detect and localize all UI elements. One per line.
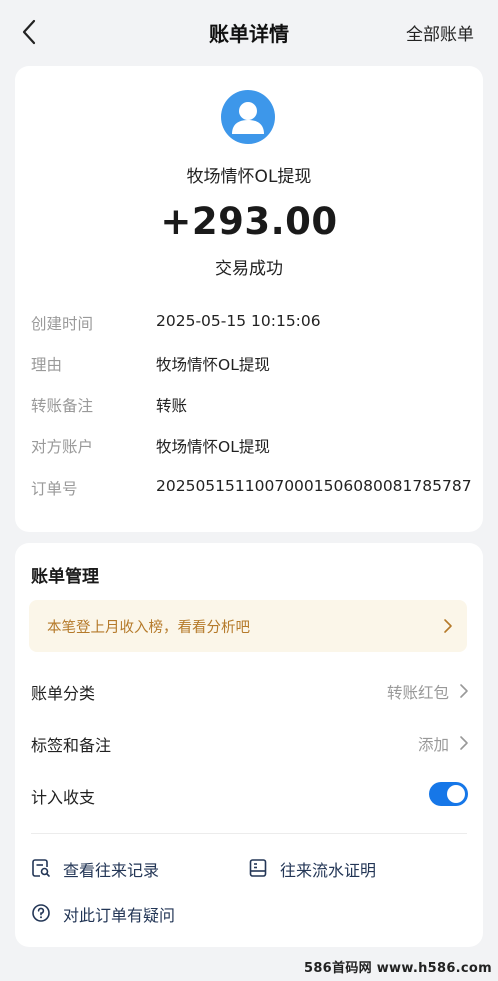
- count-in-income-toggle[interactable]: [429, 782, 468, 806]
- detail-label: 创建时间: [31, 315, 94, 333]
- detail-label: 转账备注: [31, 397, 94, 415]
- tags-value: 添加: [417, 736, 449, 754]
- detail-value: 转账: [156, 397, 188, 415]
- detail-label: 理由: [31, 356, 63, 374]
- status-text: 交易成功: [215, 259, 283, 279]
- row-label: 账单分类: [31, 684, 96, 703]
- link-label: 查看往来记录: [63, 861, 160, 880]
- question-circle-icon: [32, 904, 50, 922]
- nav-header: 账单详情 全部账单: [0, 0, 498, 64]
- order-number[interactable]: 2025051511007000150608008178578​7: [156, 477, 472, 495]
- search-document-icon: [32, 859, 50, 877]
- detail-label: 对方账户: [31, 438, 94, 456]
- section-title: 账单管理: [31, 567, 99, 587]
- row-label: 计入收支: [31, 788, 96, 807]
- chevron-right-icon: [444, 619, 452, 633]
- site-watermark: 586首码网 www.h586.com: [303, 961, 492, 976]
- all-bills-link[interactable]: 全部账单: [406, 20, 474, 45]
- detail-value: 2025-05-15 10:15:06: [156, 312, 321, 330]
- certificate-icon: [249, 859, 267, 877]
- divider: [31, 833, 467, 834]
- detail-row-counterparty: 对方账户 牧场情怀OL提现: [15, 435, 483, 459]
- income-ranking-banner[interactable]: 本笔登上月收入榜，看看分析吧: [29, 600, 467, 652]
- chevron-right-icon: [460, 736, 468, 750]
- transaction-card: 牧场情怀OL提现 +293.00 交易成功 创建时间 2025-05-15 10…: [15, 66, 483, 532]
- amount: +293.00: [160, 200, 338, 243]
- detail-label: 订单号: [31, 480, 78, 498]
- promo-text: 本笔登上月收入榜，看看分析吧: [47, 620, 250, 636]
- detail-row-reason: 理由 牧场情怀OL提现: [15, 353, 483, 377]
- detail-value: 牧场情怀OL提现: [156, 438, 270, 456]
- category-value: 转账红包: [386, 684, 449, 702]
- payee-name: 牧场情怀OL提现: [186, 167, 312, 187]
- link-label: 对此订单有疑问: [63, 906, 176, 925]
- detail-value: 牧场情怀OL提现: [156, 356, 270, 374]
- chevron-right-icon: [460, 684, 468, 698]
- transaction-proof-link[interactable]: 往来流水证明: [248, 855, 428, 881]
- order-question-link[interactable]: 对此订单有疑问: [31, 900, 231, 926]
- row-label: 标签和备注: [31, 736, 112, 755]
- toggle-knob: [447, 785, 465, 803]
- bill-category-row[interactable]: 账单分类 转账红包: [15, 673, 483, 709]
- detail-row-order-number: 订单号 2025051511007000150608008178578​7: [15, 477, 483, 501]
- detail-row-created-time: 创建时间 2025-05-15 10:15:06: [15, 312, 483, 336]
- bill-management-card: 账单管理 本笔登上月收入榜，看看分析吧 账单分类 转账红包 标签和备注 添加 计…: [15, 543, 483, 947]
- detail-row-remark: 转账备注 转账: [15, 394, 483, 418]
- tags-notes-row[interactable]: 标签和备注 添加: [15, 725, 483, 761]
- view-history-link[interactable]: 查看往来记录: [31, 855, 211, 881]
- count-in-income-row: 计入收支: [15, 777, 483, 813]
- link-label: 往来流水证明: [280, 861, 377, 880]
- user-avatar-icon: [221, 90, 275, 144]
